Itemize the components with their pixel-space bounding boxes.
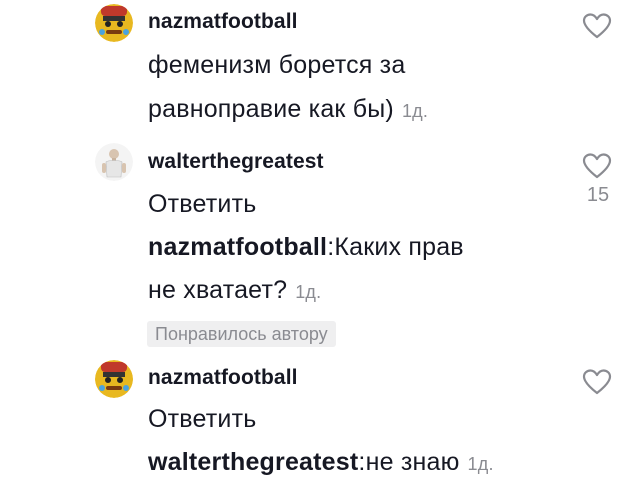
like-count: 15 bbox=[586, 184, 610, 206]
heart-outline-icon[interactable] bbox=[582, 152, 612, 180]
heart-outline-icon[interactable] bbox=[582, 12, 612, 40]
reply-button[interactable]: Ответить bbox=[148, 405, 256, 434]
comment-username[interactable]: walterthegreatest bbox=[148, 150, 324, 174]
comment-text: равноправие как бы) bbox=[148, 95, 394, 123]
comment-text: :Каких прав bbox=[327, 233, 464, 261]
heart-outline-icon[interactable] bbox=[582, 368, 612, 396]
comment-text: не хватает? bbox=[148, 276, 288, 304]
emoji-avatar-icon[interactable] bbox=[95, 360, 133, 398]
reply-button[interactable]: Ответить bbox=[148, 190, 256, 219]
comment-time: 1д. bbox=[467, 454, 494, 474]
comment-time: 1д. bbox=[401, 101, 429, 121]
mention-link[interactable]: walterthegreatest bbox=[148, 448, 358, 476]
person-avatar-icon[interactable] bbox=[95, 143, 133, 181]
comment-text: :не знаю bbox=[358, 448, 460, 476]
mention-link[interactable]: nazmatfootball bbox=[148, 233, 327, 261]
comment-username[interactable]: nazmatfootball bbox=[148, 10, 298, 34]
comment-text-line: walterthegreatest:не знаю 1д. bbox=[148, 448, 494, 477]
comment-text-line: феменизм борется за bbox=[148, 51, 406, 79]
comment-text-line: не хватает? 1д. bbox=[148, 276, 321, 305]
creator-liked-badge: Понравилось автору bbox=[147, 321, 336, 347]
comment-time: 1д. bbox=[295, 282, 322, 302]
emoji-avatar-icon[interactable] bbox=[95, 4, 133, 42]
comment-username[interactable]: nazmatfootball bbox=[148, 366, 298, 390]
comment-text-line: равноправие как бы) 1д. bbox=[148, 95, 428, 124]
comment-text-line: nazmatfootball:Каких прав bbox=[148, 233, 464, 262]
